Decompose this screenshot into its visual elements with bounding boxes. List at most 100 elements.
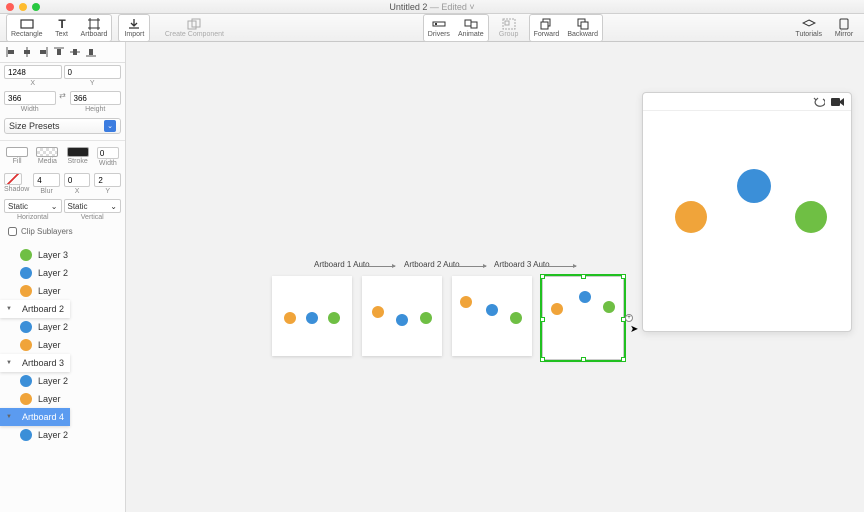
import-button[interactable]: Import (119, 15, 149, 41)
resize-handle[interactable] (540, 274, 545, 279)
x-input[interactable] (4, 65, 62, 79)
shadow-y-input[interactable] (94, 173, 121, 187)
toolbar-import-group: Import (118, 14, 150, 42)
shadow-swatch[interactable] (4, 173, 22, 185)
align-top-icon[interactable] (52, 45, 66, 59)
animation-arrow (357, 266, 395, 267)
backward-button[interactable]: Backward (563, 15, 602, 41)
horizontal-constraint-select[interactable]: Static⌄ (4, 199, 62, 213)
fill-swatch[interactable] (6, 147, 28, 157)
circle-orange[interactable] (460, 296, 472, 308)
layer-item[interactable]: Layer 2 (0, 264, 125, 282)
rewind-icon[interactable] (813, 97, 825, 107)
layer-name: Layer 2 (38, 430, 68, 440)
width-input[interactable] (4, 91, 56, 105)
animate-button[interactable]: Animate (454, 15, 488, 41)
media-swatch[interactable] (36, 147, 58, 157)
text-tool[interactable]: T Text (47, 15, 77, 41)
layer-artboard[interactable]: Artboard 2 (0, 300, 70, 318)
rectangle-tool[interactable]: Rectangle (7, 15, 47, 41)
group-button[interactable]: Group (493, 15, 525, 41)
forward-icon (539, 18, 553, 30)
align-bottom-icon[interactable] (84, 45, 98, 59)
circle-orange[interactable] (372, 306, 384, 318)
layer-artboard[interactable]: Artboard 4 (0, 408, 70, 426)
animation-add-icon[interactable]: + (625, 314, 633, 322)
circle-green[interactable] (328, 312, 340, 324)
preview-window (642, 92, 852, 332)
close-window-button[interactable] (6, 3, 14, 11)
stroke-width-input[interactable] (97, 147, 119, 159)
blur-input[interactable] (33, 173, 60, 187)
artboard-1[interactable] (272, 276, 352, 356)
layer-item[interactable]: Layer (0, 336, 125, 354)
align-center-v-icon[interactable] (68, 45, 82, 59)
layer-color-dot (20, 285, 32, 297)
layer-item[interactable]: Layer 3 (0, 246, 125, 264)
stroke-swatch[interactable] (67, 147, 89, 157)
artboard-label[interactable]: Artboard 2 Auto (404, 260, 460, 269)
tutorials-button[interactable]: Tutorials (791, 15, 826, 41)
y-input[interactable] (64, 65, 122, 79)
link-dimensions-icon[interactable]: ⇄ (58, 91, 68, 113)
circle-green[interactable] (420, 312, 432, 324)
artboard-label[interactable]: Artboard 1 Auto (314, 260, 370, 269)
height-input[interactable] (70, 91, 122, 105)
align-left-icon[interactable] (4, 45, 18, 59)
layer-item[interactable]: Layer 2 (0, 372, 125, 390)
align-right-icon[interactable] (36, 45, 50, 59)
vertical-constraint-select[interactable]: Static⌄ (64, 199, 122, 213)
artboard-label[interactable]: Artboard 3 Auto (494, 260, 550, 269)
forward-button[interactable]: Forward (530, 15, 564, 41)
layer-item[interactable]: Layer 2 (0, 426, 125, 444)
drivers-button[interactable]: Drivers (424, 15, 454, 41)
layer-color-dot (20, 321, 32, 333)
layer-color-dot (20, 429, 32, 441)
layer-item[interactable]: Layer (0, 282, 125, 300)
minimize-window-button[interactable] (19, 3, 27, 11)
align-center-h-icon[interactable] (20, 45, 34, 59)
circle-blue[interactable] (396, 314, 408, 326)
layer-color-dot (20, 375, 32, 387)
circle-blue[interactable] (306, 312, 318, 324)
circle-blue[interactable] (486, 304, 498, 316)
zoom-window-button[interactable] (32, 3, 40, 11)
toolbar-arrange-group: Forward Backward (529, 14, 603, 42)
circle-blue[interactable] (579, 291, 591, 303)
artboard-tool[interactable]: Artboard (77, 15, 112, 41)
resize-handle[interactable] (540, 357, 545, 362)
layer-name: Layer 2 (38, 376, 68, 386)
size-presets-select[interactable]: Size Presets⌄ (4, 118, 121, 134)
circle-orange[interactable] (551, 303, 563, 315)
circle-green[interactable] (603, 301, 615, 313)
layer-name: Layer (38, 286, 61, 296)
window-title: Untitled 2 — Edited ˅ (389, 2, 474, 12)
layer-item[interactable]: Layer 2 (0, 318, 125, 336)
layer-item[interactable]: Layer (0, 390, 125, 408)
resize-handle[interactable] (621, 274, 626, 279)
layers-panel: Layer 3Layer 2LayerArtboard 2Layer 3Laye… (0, 246, 125, 444)
artboard-3[interactable] (452, 276, 532, 356)
canvas[interactable]: Artboard 1 Auto Artboard 2 Auto Artboard… (126, 42, 864, 512)
artboard-2[interactable] (362, 276, 442, 356)
artboard-icon (87, 18, 101, 30)
resize-handle[interactable] (581, 357, 586, 362)
layer-name: Layer 2 (38, 268, 68, 278)
clip-sublayers-checkbox[interactable] (8, 227, 17, 236)
resize-handle[interactable] (581, 274, 586, 279)
artboard-4-selected[interactable] (542, 276, 624, 360)
resize-handle[interactable] (540, 317, 545, 322)
shadow-x-input[interactable] (64, 173, 91, 187)
mirror-button[interactable]: Mirror (828, 15, 860, 41)
circle-green[interactable] (510, 312, 522, 324)
record-icon[interactable] (831, 97, 845, 107)
layer-artboard[interactable]: Artboard 3 (0, 354, 70, 372)
toolbar-animate-group: Drivers Animate (423, 14, 489, 42)
align-toolbar (0, 42, 125, 63)
create-component-button[interactable]: Create Component (154, 15, 234, 41)
preview-circle-blue (737, 169, 771, 203)
circle-orange[interactable] (284, 312, 296, 324)
resize-handle[interactable] (621, 357, 626, 362)
chevron-down-icon: ⌄ (104, 120, 116, 132)
layer-name: Artboard 4 (22, 412, 64, 422)
